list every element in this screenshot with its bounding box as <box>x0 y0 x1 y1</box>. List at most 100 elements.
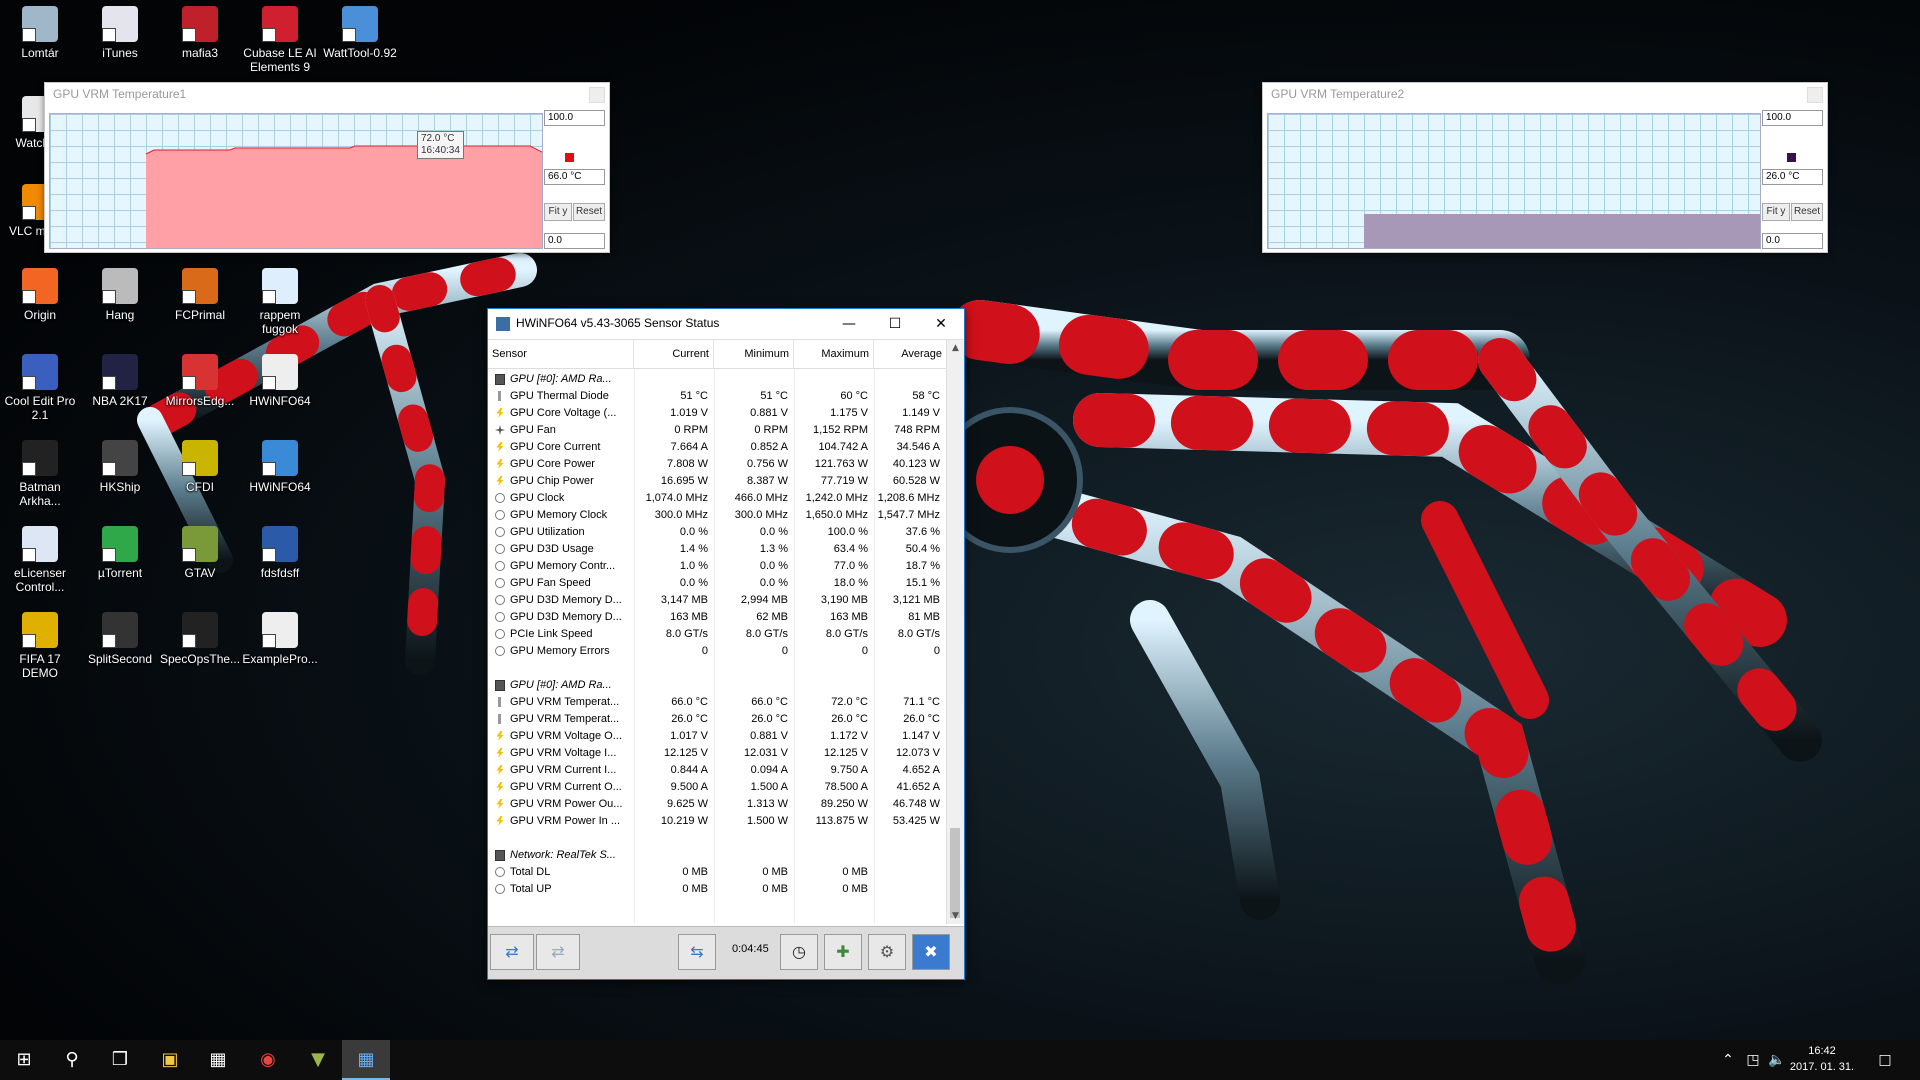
maximize-button[interactable]: ☐ <box>872 309 918 339</box>
max-value-field[interactable]: 100.0 <box>544 110 605 126</box>
column-header-sensor[interactable]: Sensor <box>488 340 634 368</box>
close-sensors-icon[interactable]: ✖ <box>912 934 950 970</box>
sensor-row[interactable]: GPU Fan 0 RPM 0 RPM 1,152 RPM 748 RPM <box>488 422 946 439</box>
desktop-icon[interactable]: ExamplePro... <box>240 612 320 666</box>
file-explorer-icon[interactable]: ▣ <box>146 1040 194 1080</box>
vertical-scrollbar[interactable]: ▲ ▼ <box>946 340 964 924</box>
sensor-row[interactable]: GPU Core Power 7.808 W 0.756 W 121.763 W 40.… <box>488 456 946 473</box>
fit-y-button[interactable]: Fit y <box>1762 203 1790 221</box>
sensor-row[interactable]: GPU Chip Power 16.695 W 8.387 W 77.719 W 60.… <box>488 473 946 490</box>
sensor-group-row[interactable]: Network: RealTek S... <box>488 847 946 864</box>
sensor-row[interactable]: GPU VRM Temperat... 66.0 °C 66.0 °C 72.0 °C… <box>488 694 946 711</box>
desktop-icon[interactable]: GTAV <box>160 526 240 580</box>
desktop-icon[interactable]: HWiNFO64 <box>240 354 320 408</box>
network-icon[interactable]: ⇆ <box>678 934 716 970</box>
navigate-arrows-disabled-icon[interactable]: ⇄ <box>536 934 580 970</box>
sensor-group-row[interactable]: GPU [#0]: AMD Ra... <box>488 371 946 388</box>
gta-v-icon[interactable]: ▼ <box>294 1040 342 1080</box>
sensor-row[interactable]: PCIe Link Speed 8.0 GT/s 8.0 GT/s 8.0 GT/s 8… <box>488 626 946 643</box>
desktop-icon[interactable]: NBA 2K17 <box>80 354 160 408</box>
window-titlebar[interactable]: HWiNFO64 v5.43-3065 Sensor Status — ☐ ✕ <box>488 309 964 340</box>
add-report-icon[interactable]: ✚ <box>824 934 862 970</box>
sensor-row[interactable]: GPU Utilization 0.0 % 0.0 % 100.0 % 37.6 % <box>488 524 946 541</box>
close-button[interactable]: ✕ <box>918 309 964 339</box>
column-header-maximum[interactable]: Maximum <box>794 340 874 368</box>
sensor-row[interactable]: Total DL 0 MB 0 MB 0 MB <box>488 864 946 881</box>
sensor-row[interactable]: GPU Memory Clock 300.0 MHz 300.0 MHz 1,650.… <box>488 507 946 524</box>
close-icon[interactable] <box>1807 87 1823 103</box>
desktop-icon[interactable]: HKShip <box>80 440 160 494</box>
task-view-icon[interactable]: ❒ <box>96 1040 144 1080</box>
desktop-icon[interactable]: fdsfdsff <box>240 526 320 580</box>
scroll-up-icon[interactable]: ▲ <box>947 340 964 356</box>
search-icon[interactable]: ⚲ <box>48 1040 96 1080</box>
sensor-row[interactable]: GPU VRM Temperat... 26.0 °C 26.0 °C 26.0 °C… <box>488 711 946 728</box>
sensor-row[interactable]: GPU VRM Power Ou... 9.625 W 1.313 W 89.250 … <box>488 796 946 813</box>
sensor-row[interactable]: Total UP 0 MB 0 MB 0 MB <box>488 881 946 898</box>
chrome-icon[interactable]: ◉ <box>244 1040 292 1080</box>
series-color-swatch[interactable] <box>565 153 574 162</box>
desktop-icon[interactable]: Hang <box>80 268 160 322</box>
action-center-icon[interactable]: □ <box>1870 1040 1900 1080</box>
column-header-current[interactable]: Current <box>634 340 714 368</box>
desktop-icon[interactable]: HWiNFO64 <box>240 440 320 494</box>
hwinfo-taskbar-icon[interactable]: ▦ <box>342 1040 390 1080</box>
desktop-icon[interactable]: WattTool-0.92 <box>320 6 400 60</box>
desktop-icon[interactable]: iTunes <box>80 6 160 60</box>
sensor-row[interactable]: GPU Fan Speed 0.0 % 0.0 % 18.0 % 15.1 % <box>488 575 946 592</box>
start-windows-icon[interactable]: ⊞ <box>0 1040 48 1080</box>
sensor-row[interactable]: GPU VRM Voltage I... 12.125 V 12.031 V 12.1… <box>488 745 946 762</box>
sensor-row[interactable]: GPU D3D Usage 1.4 % 1.3 % 63.4 % 50.4 % <box>488 541 946 558</box>
scroll-down-icon[interactable]: ▼ <box>947 908 964 924</box>
min-value-field[interactable]: 0.0 <box>1762 233 1823 249</box>
sensor-row[interactable]: GPU Thermal Diode 51 °C 51 °C 60 °C 58 °C <box>488 388 946 405</box>
max-value-field[interactable]: 100.0 <box>1762 110 1823 126</box>
desktop-icon[interactable]: CFDI <box>160 440 240 494</box>
desktop-icon[interactable]: FIFA 17 DEMO <box>0 612 80 680</box>
series-color-swatch[interactable] <box>1787 153 1796 162</box>
desktop-icon[interactable]: Origin <box>0 268 80 322</box>
sensor-group-row[interactable]: GPU [#0]: AMD Ra... <box>488 677 946 694</box>
reset-button[interactable]: Reset <box>573 203 605 221</box>
desktop-icon[interactable]: Batman Arkha... <box>0 440 80 508</box>
sensor-row[interactable]: GPU D3D Memory D... 3,147 MB 2,994 MB 3,190… <box>488 592 946 609</box>
desktop-icon[interactable]: MirrorsEdg... <box>160 354 240 408</box>
navigate-arrows-icon[interactable]: ⇄ <box>490 934 534 970</box>
taskbar-clock[interactable]: 16:42 2017. 01. 31. <box>1782 1043 1862 1075</box>
sensor-row[interactable]: GPU VRM Voltage O... 1.017 V 0.881 V 1.172 … <box>488 728 946 745</box>
timer-icon[interactable]: ◷ <box>780 934 818 970</box>
sensor-row[interactable]: GPU VRM Current O... 9.500 A 1.500 A 78.500… <box>488 779 946 796</box>
sensor-row[interactable]: GPU VRM Current I... 0.844 A 0.094 A 9.750 … <box>488 762 946 779</box>
sensor-row[interactable]: GPU Memory Errors 0 0 0 0 <box>488 643 946 660</box>
fit-y-button[interactable]: Fit y <box>544 203 572 221</box>
show-hidden-icons-icon[interactable]: ⌃ <box>1718 1040 1738 1080</box>
sensor-row[interactable]: GPU Core Current 7.664 A 0.852 A 104.742 A 3… <box>488 439 946 456</box>
desktop-icon[interactable]: eLicenser Control... <box>0 526 80 594</box>
desktop-icon[interactable]: SplitSecond <box>80 612 160 666</box>
graph-window-vrm-temp2[interactable]: GPU VRM Temperature2 100.0 26.0 °C Fit y… <box>1262 82 1828 253</box>
settings-gear-icon[interactable]: ⚙ <box>868 934 906 970</box>
minimize-button[interactable]: — <box>826 309 872 339</box>
hwinfo-sensor-window[interactable]: HWiNFO64 v5.43-3065 Sensor Status — ☐ ✕ … <box>487 308 965 980</box>
graph-window-vrm-temp1[interactable]: GPU VRM Temperature1 72.0 °C 16:40:34 10… <box>44 82 610 253</box>
sensor-row[interactable]: GPU Core Voltage (... 1.019 V 0.881 V 1.175… <box>488 405 946 422</box>
sensor-row[interactable]: GPU D3D Memory D... 163 MB 62 MB 163 MB 81 M… <box>488 609 946 626</box>
reset-button[interactable]: Reset <box>1791 203 1823 221</box>
sensor-row[interactable]: GPU Memory Contr... 1.0 % 0.0 % 77.0 % 18.7 … <box>488 558 946 575</box>
close-icon[interactable] <box>589 87 605 103</box>
desktop-icon[interactable]: FCPrimal <box>160 268 240 322</box>
desktop-icon[interactable]: Cool Edit Pro 2.1 <box>0 354 80 422</box>
store-icon[interactable]: ▦ <box>194 1040 242 1080</box>
desktop-icon[interactable]: SpecOpsThe... <box>160 612 240 666</box>
desktop-icon[interactable]: µTorrent <box>80 526 160 580</box>
desktop-icon[interactable]: Lomtár <box>0 6 80 60</box>
wifi-icon[interactable]: ◳ <box>1742 1040 1764 1080</box>
column-header-average[interactable]: Average <box>874 340 946 368</box>
scroll-thumb[interactable] <box>950 828 960 918</box>
column-header-minimum[interactable]: Minimum <box>714 340 794 368</box>
desktop-icon[interactable]: Cubase LE AI Elements 9 <box>240 6 320 74</box>
min-value-field[interactable]: 0.0 <box>544 233 605 249</box>
desktop-icon[interactable]: rappem fuggok <box>240 268 320 336</box>
sensor-row[interactable]: GPU Clock 1,074.0 MHz 466.0 MHz 1,242.0 MHz… <box>488 490 946 507</box>
sensor-row[interactable]: GPU VRM Power In ... 10.219 W 1.500 W 113.8… <box>488 813 946 830</box>
